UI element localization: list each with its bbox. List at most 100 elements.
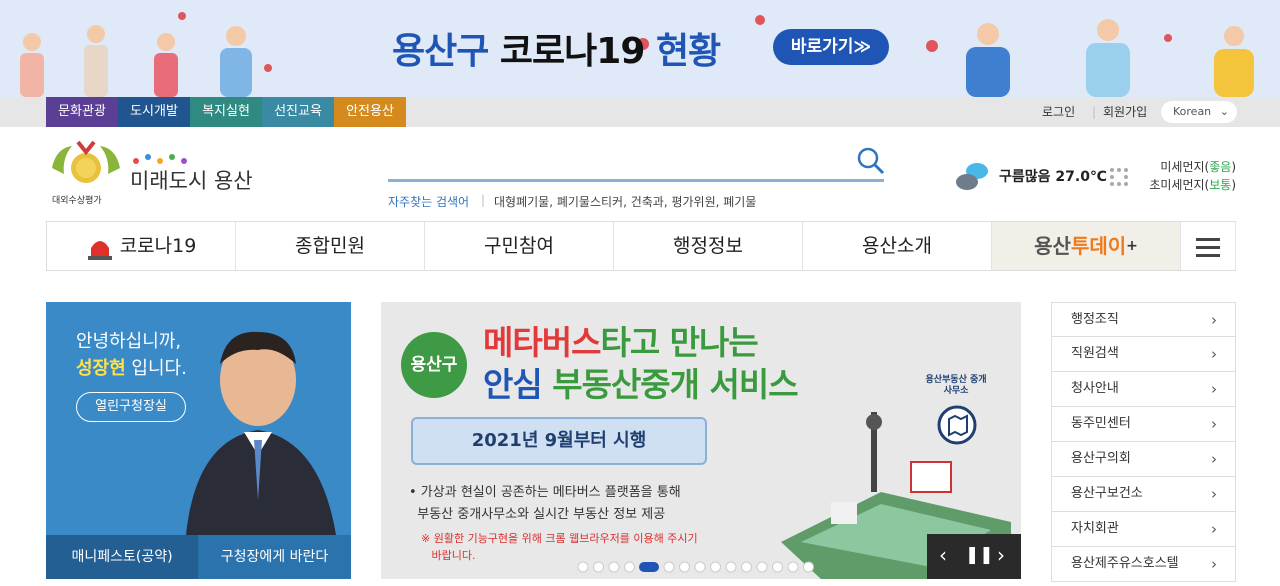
open-mayor-office-button[interactable]: 열린구청장실 — [76, 392, 186, 422]
quick-link-label: 용산구보건소 — [1071, 486, 1143, 501]
chevron-right-icon: › — [1211, 345, 1217, 363]
covid-go-button[interactable]: 바로가기≫ — [773, 29, 889, 65]
realty-office-label: 용산부동산 중개사무소 — [925, 375, 987, 396]
slide-controls: ‹ ❚❚ › — [927, 534, 1021, 579]
top-bar: 문화관광 도시개발 복지실현 선진교육 안전용산 로그인 | 회원가입 Kore… — [0, 97, 1280, 127]
mayor-panel: 안녕하십니까, 성장현 입니다. 열린구청장실 매니페스토(공약) 구청장에게 … — [46, 302, 351, 579]
quick-link-label: 청사안내 — [1071, 381, 1119, 396]
today-label-1: 용산 — [1034, 234, 1071, 258]
fine-dust-value: 좋음 — [1209, 160, 1232, 174]
fine-dust-label: 미세먼지 — [1160, 160, 1205, 174]
hamburger-menu-button[interactable] — [1180, 222, 1236, 270]
nav-covid19[interactable]: 코로나19 — [46, 222, 235, 270]
headline-rest: 타고 만나는 — [600, 323, 758, 362]
manifesto-button[interactable]: 매니페스토(공약) — [46, 535, 198, 579]
tab-education[interactable]: 선진교육 — [262, 97, 334, 127]
frequent-search-label: 자주찾는 검색어 — [388, 195, 470, 209]
chevron-down-icon: ⌄ — [1219, 105, 1229, 118]
search-input[interactable] — [388, 179, 884, 182]
slide-desc-line2: 부동산 중개사무소와 실시간 부동산 정보 제공 — [409, 507, 666, 522]
slide-headline-2: 안심 부동산중개 서비스 — [483, 358, 799, 406]
chevron-right-icon: › — [1211, 555, 1217, 573]
quick-link-youth-hostel[interactable]: 용산제주유스호스텔 › — [1051, 547, 1236, 582]
next-slide-icon[interactable]: › — [997, 543, 1005, 567]
slide-dot[interactable] — [694, 561, 706, 573]
wish-to-mayor-button[interactable]: 구청장에게 바란다 — [198, 535, 351, 579]
ultrafine-dust-value: 보통 — [1209, 178, 1232, 192]
slide-dot[interactable] — [803, 561, 814, 573]
weather-status: 구름많음 27.0℃ — [999, 169, 1107, 185]
quick-link-health-center[interactable]: 용산구보건소 › — [1051, 477, 1236, 512]
tab-culture[interactable]: 문화관광 — [46, 97, 118, 127]
slide-pagination[interactable] — [577, 560, 827, 574]
quick-link-autonomy-hall[interactable]: 자치회관 › — [1051, 512, 1236, 547]
fine-dust-status: 미세먼지(좋음) — [1160, 160, 1236, 174]
nav-yongsan-today[interactable]: 용산투데이+ — [991, 222, 1180, 270]
nav-about[interactable]: 용산소개 — [802, 222, 991, 270]
nav-civil-service[interactable]: 종합민원 — [235, 222, 424, 270]
tab-safety[interactable]: 안전용산 — [334, 97, 406, 127]
pause-icon[interactable]: ❚❚ — [965, 545, 994, 565]
prev-slide-icon[interactable]: ‹ — [939, 543, 947, 567]
tab-urban-development[interactable]: 도시개발 — [118, 97, 190, 127]
mayor-photo — [186, 331, 336, 535]
nav-participation[interactable]: 구민참여 — [424, 222, 613, 270]
cloud-weather-icon — [956, 163, 988, 190]
slide-dot[interactable] — [772, 561, 783, 573]
slide-dot[interactable] — [624, 561, 635, 573]
quick-link-community-center[interactable]: 동주민센터 › — [1051, 407, 1236, 442]
frequent-divider: | — [481, 193, 486, 207]
banner-title-district: 용산구 — [392, 31, 489, 72]
headline-metaverse: 메타버스 — [483, 323, 601, 362]
slide-dot[interactable] — [679, 561, 690, 573]
quick-link-council[interactable]: 용산구의회 › — [1051, 442, 1236, 477]
slide-note-line1: ※ 원활한 기능구현을 위해 크롬 웹브라우저를 이용해 주시기 — [421, 532, 698, 545]
main-nav: 코로나19 종합민원 구민참여 행정정보 용산소개 용산투데이+ — [46, 221, 1236, 271]
ultrafine-dust-status: 초미세먼지(보통) — [1149, 178, 1236, 192]
banner-title-covid: 코로나19 — [499, 31, 645, 72]
quick-link-label: 자치회관 — [1071, 521, 1119, 536]
util-divider: | — [1092, 105, 1097, 119]
chevron-right-icon: › — [1211, 450, 1217, 468]
quick-link-office-guide[interactable]: 청사안내 › — [1051, 372, 1236, 407]
slide-dot[interactable] — [593, 561, 604, 573]
siren-icon — [87, 240, 112, 260]
quick-link-staff-search[interactable]: 직원검색 › — [1051, 337, 1236, 372]
slide-dot[interactable] — [663, 561, 675, 573]
nav-admin-info[interactable]: 행정정보 — [613, 222, 802, 270]
quick-link-organization[interactable]: 행정조직 › — [1051, 302, 1236, 337]
slide-dot[interactable] — [725, 561, 737, 573]
map-pin-icon — [937, 405, 977, 445]
mayor-name-suffix: 입니다. — [125, 358, 187, 379]
search-icon[interactable] — [856, 146, 886, 176]
slide-dot-active[interactable] — [639, 562, 659, 572]
today-label-2: 투데이 — [1070, 234, 1127, 258]
frequent-search-terms[interactable]: 대형폐기물, 폐기물스티커, 건축과, 평가위원, 폐기물 — [494, 193, 756, 210]
nav-covid19-label: 코로나19 — [119, 235, 197, 257]
slide-note: ※ 원활한 기능구현을 위해 크롬 웹브라우저를 이용해 주시기 바랍니다. — [421, 530, 698, 564]
site-logo[interactable]: 미래도시 용산 — [130, 165, 253, 195]
award-logo-icon — [52, 140, 120, 183]
signup-link[interactable]: 회원가입 — [1103, 97, 1147, 127]
slide-dot[interactable] — [710, 561, 721, 573]
slide-badge: 용산구 — [401, 332, 467, 398]
slide-dot[interactable] — [787, 561, 799, 573]
language-value: Korean — [1173, 105, 1212, 118]
slide-dot[interactable] — [608, 561, 620, 573]
mayor-greeting: 안녕하십니까, 성장현 입니다. — [76, 328, 187, 382]
login-link[interactable]: 로그인 — [1042, 97, 1075, 127]
slide-dot[interactable] — [577, 561, 589, 573]
chevron-right-icon: › — [1211, 520, 1217, 538]
main-slide[interactable]: 용산부동산 중개사무소 용산구 메타버스타고 만나는 안심 부동산중개 서비스 … — [381, 302, 1021, 579]
slide-dot[interactable] — [741, 561, 752, 573]
quick-link-label: 동주민센터 — [1071, 416, 1131, 431]
language-select[interactable]: Korean ⌄ — [1161, 101, 1237, 123]
quick-links: 행정조직 › 직원검색 › 청사안내 › 동주민센터 › 용산구의회 › 용산구보건소 › … — [1051, 302, 1236, 582]
slide-dot[interactable] — [756, 561, 768, 573]
quick-link-label: 직원검색 — [1071, 346, 1119, 361]
covid-banner[interactable]: 용산구 코로나19 현황 바로가기≫ — [0, 0, 1280, 97]
chevron-right-icon: › — [1211, 485, 1217, 503]
covid-banner-title: 용산구 코로나19 현황 — [392, 22, 721, 74]
tab-welfare[interactable]: 복지실현 — [190, 97, 262, 127]
hamburger-icon — [1196, 237, 1220, 257]
